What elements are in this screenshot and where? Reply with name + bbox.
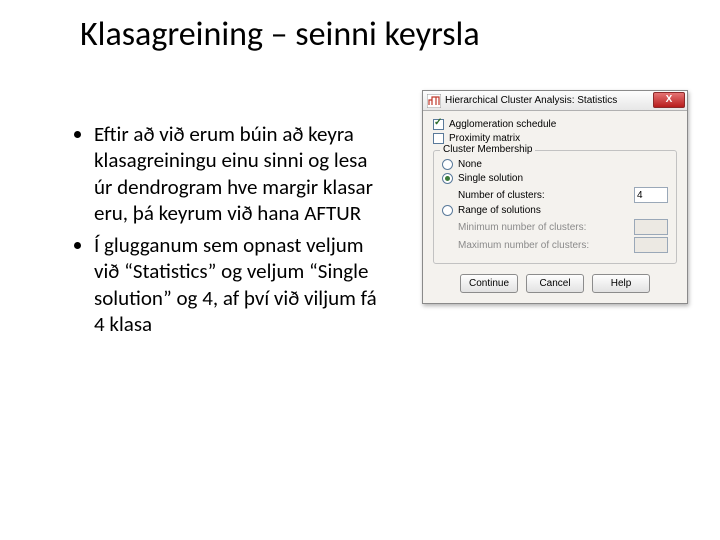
max-clusters-label: Maximum number of clusters: — [458, 240, 589, 251]
radio-range-label: Range of solutions — [458, 205, 541, 216]
radio-none-row[interactable]: None — [442, 159, 668, 170]
dendrogram-icon — [427, 94, 441, 108]
max-clusters-row: Maximum number of clusters: — [442, 237, 668, 253]
agglomeration-label: Agglomeration schedule — [449, 119, 556, 130]
close-button[interactable]: X — [653, 92, 685, 108]
bullet-item: Í glugganum sem opnast veljum við “Stati… — [94, 232, 384, 337]
statistics-dialog: Hierarchical Cluster Analysis: Statistic… — [422, 90, 688, 304]
min-clusters-row: Minimum number of clusters: — [442, 219, 668, 235]
radio-range-row[interactable]: Range of solutions — [442, 205, 668, 216]
proximity-matrix-row[interactable]: Proximity matrix — [433, 133, 677, 144]
cancel-button[interactable]: Cancel — [526, 274, 584, 293]
radio-none[interactable] — [442, 159, 453, 170]
agglomeration-schedule-row[interactable]: Agglomeration schedule — [433, 119, 677, 130]
min-clusters-input — [634, 219, 668, 235]
radio-range[interactable] — [442, 205, 453, 216]
continue-button[interactable]: Continue — [460, 274, 518, 293]
radio-single-label: Single solution — [458, 173, 523, 184]
dialog-button-row: Continue Cancel Help — [433, 274, 677, 293]
dialog-title: Hierarchical Cluster Analysis: Statistic… — [445, 95, 617, 106]
group-title: Cluster Membership — [440, 144, 535, 155]
num-clusters-input[interactable] — [634, 187, 668, 203]
bullet-list: Eftir að við erum búin að keyra klasagre… — [54, 121, 384, 343]
bullet-item: Eftir að við erum búin að keyra klasagre… — [94, 121, 384, 226]
slide-title: Klasagreining – seinni keyrsla — [80, 14, 480, 55]
radio-single-row[interactable]: Single solution — [442, 173, 668, 184]
dialog-body: Agglomeration schedule Proximity matrix … — [423, 111, 687, 303]
num-clusters-label: Number of clusters: — [458, 190, 545, 201]
dialog-titlebar: Hierarchical Cluster Analysis: Statistic… — [423, 91, 687, 111]
cluster-membership-group: Cluster Membership None Single solution … — [433, 150, 677, 264]
num-clusters-row: Number of clusters: — [442, 187, 668, 203]
radio-single[interactable] — [442, 173, 453, 184]
agglomeration-checkbox[interactable] — [433, 119, 444, 130]
min-clusters-label: Minimum number of clusters: — [458, 222, 586, 233]
help-button[interactable]: Help — [592, 274, 650, 293]
proximity-checkbox[interactable] — [433, 133, 444, 144]
radio-none-label: None — [458, 159, 482, 170]
max-clusters-input — [634, 237, 668, 253]
proximity-label: Proximity matrix — [449, 133, 520, 144]
